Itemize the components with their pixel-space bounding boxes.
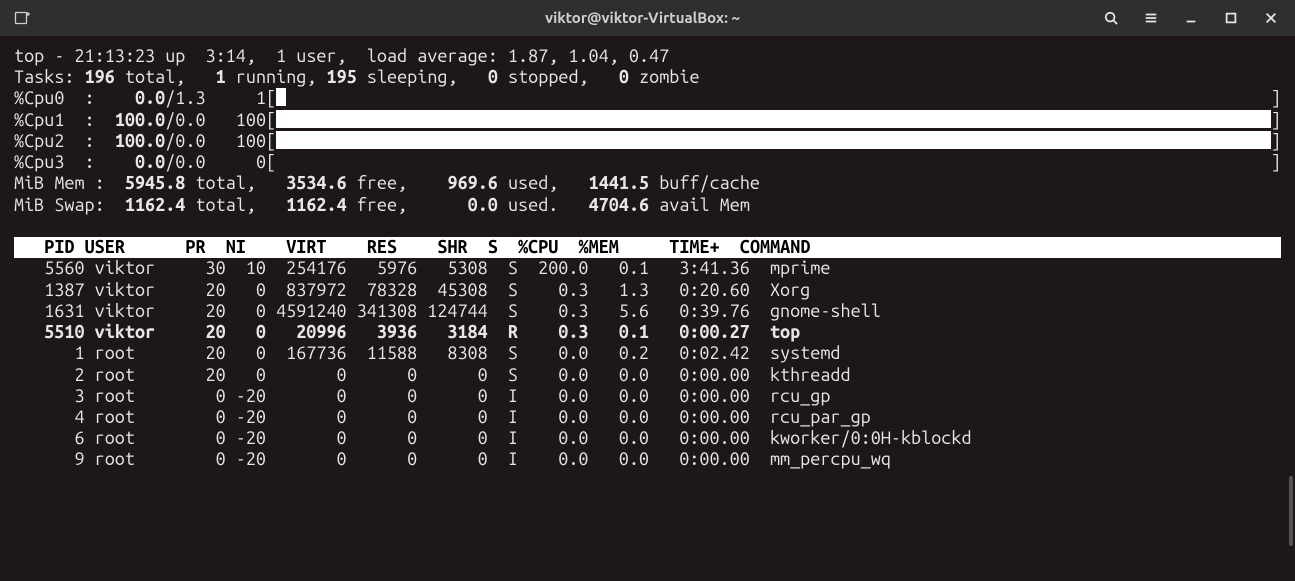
blank-line [14,216,1281,237]
table-row: 1 root 20 0 167736 11588 8308 S 0.0 0.2 … [14,343,1281,364]
scrollbar[interactable] [1283,36,1293,581]
window-title: viktor@viktor-VirtualBox: ~ [200,9,1085,27]
maximize-icon[interactable] [1217,4,1245,32]
table-row: 1387 viktor 20 0 837972 78328 45308 S 0.… [14,280,1281,301]
table-row: 9 root 0 -20 0 0 0 I 0.0 0.0 0:00.00 mm_… [14,449,1281,470]
search-icon[interactable] [1097,4,1125,32]
hamburger-menu-icon[interactable] [1137,4,1165,32]
swap-line: MiB Swap: 1162.4 total, 1162.4 free, 0.0… [14,195,1281,216]
minimize-icon[interactable] [1177,4,1205,32]
cpu-bar-row: %Cpu0 : 0.0/1.3 1[] [14,88,1281,109]
tasks-line: Tasks: 196 total, 1 running, 195 sleepin… [14,67,1281,88]
scrollbar-thumb[interactable] [1289,476,1293,546]
table-row: 3 root 0 -20 0 0 0 I 0.0 0.0 0:00.00 rcu… [14,386,1281,407]
table-row: 4 root 0 -20 0 0 0 I 0.0 0.0 0:00.00 rcu… [14,407,1281,428]
process-header: PID USER PR NI VIRT RES SHR S %CPU %MEM … [14,237,1281,258]
top-summary-line: top - 21:13:23 up 3:14, 1 user, load ave… [14,46,1281,67]
close-icon[interactable] [1257,4,1285,32]
new-terminal-icon[interactable] [8,4,36,32]
window-titlebar: viktor@viktor-VirtualBox: ~ [0,0,1295,36]
terminal-area[interactable]: top - 21:13:23 up 3:14, 1 user, load ave… [0,36,1295,581]
cpu-bar-row: %Cpu2 : 100.0/0.0 100[] [14,131,1281,152]
table-row: 5510 viktor 20 0 20996 3936 3184 R 0.3 0… [14,322,1281,343]
table-row: 1631 viktor 20 0 4591240 341308 124744 S… [14,301,1281,322]
cpu-bars: %Cpu0 : 0.0/1.3 1[]%Cpu1 : 100.0/0.0 100… [14,88,1281,173]
mem-line: MiB Mem : 5945.8 total, 3534.6 free, 969… [14,173,1281,194]
cpu-bar-row: %Cpu3 : 0.0/0.0 0[] [14,152,1281,173]
table-row: 6 root 0 -20 0 0 0 I 0.0 0.0 0:00.00 kwo… [14,428,1281,449]
table-row: 5560 viktor 30 10 254176 5976 5308 S 200… [14,258,1281,279]
process-list: 5560 viktor 30 10 254176 5976 5308 S 200… [14,258,1281,470]
cpu-bar-row: %Cpu1 : 100.0/0.0 100[] [14,110,1281,131]
table-row: 2 root 20 0 0 0 0 S 0.0 0.0 0:00.00 kthr… [14,365,1281,386]
